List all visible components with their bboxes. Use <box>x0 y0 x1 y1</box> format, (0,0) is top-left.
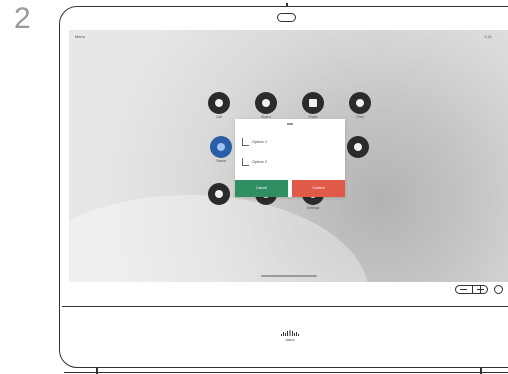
statusbar-time: 1:41 <box>484 34 492 39</box>
selection-dialog: Option 1 Option 2 Cancel Confirm <box>235 119 345 197</box>
bezel-divider <box>62 306 508 308</box>
app-teams-label: Teams <box>215 159 227 163</box>
dialog-option[interactable]: Option 2 <box>242 157 332 167</box>
dot-icon <box>215 190 223 198</box>
step-number: 2 <box>14 2 31 35</box>
check-icon <box>242 138 249 146</box>
volume-up-icon[interactable] <box>480 285 482 293</box>
more-icon <box>354 143 362 151</box>
volume-control[interactable] <box>455 285 488 294</box>
app-share-button[interactable] <box>302 92 324 114</box>
app-call-label: Call <box>215 115 223 119</box>
share-icon <box>309 99 317 107</box>
teams-icon <box>217 143 225 151</box>
app-call-button[interactable] <box>208 92 230 114</box>
dialog-option-label: Option 1 <box>252 139 268 144</box>
files-icon <box>356 99 364 107</box>
check-icon <box>242 158 249 166</box>
camera-icon <box>277 13 296 22</box>
power-button[interactable] <box>494 285 503 294</box>
dialog-option[interactable]: Option 1 <box>242 137 332 147</box>
app-more-button[interactable] <box>347 136 369 158</box>
cancel-button[interactable]: Cancel <box>235 180 288 197</box>
home-indicator[interactable] <box>261 275 317 277</box>
stand-base <box>64 372 508 374</box>
app-board-button[interactable] <box>255 92 277 114</box>
dialog-handle <box>287 123 293 125</box>
app-dot-button[interactable] <box>208 183 230 205</box>
volume-divider <box>472 286 474 293</box>
volume-down-icon[interactable] <box>460 288 467 290</box>
app-settings-label: Settings <box>306 206 320 210</box>
pen-icon <box>262 99 270 107</box>
statusbar-left: Menu <box>75 34 86 39</box>
app-teams-button[interactable] <box>210 136 232 158</box>
app-files-button[interactable] <box>349 92 371 114</box>
phone-icon <box>215 99 223 107</box>
app-files-label: Files <box>356 115 364 119</box>
brand-label: cisco <box>285 337 295 342</box>
confirm-button[interactable]: Confirm <box>292 180 345 197</box>
dialog-option-label: Option 2 <box>252 159 268 164</box>
